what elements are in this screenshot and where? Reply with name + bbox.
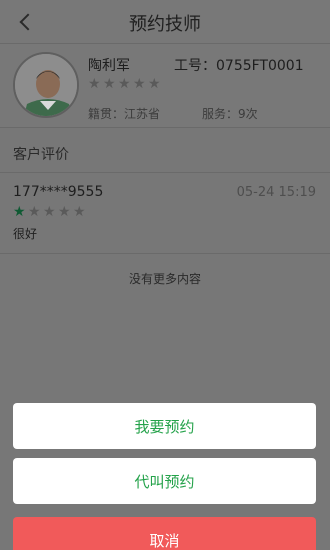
service-count: 服务：9次 [202,107,258,121]
review-item: 177****9555 05-24 15:19 ★ ★ ★ ★ ★ 很好 [0,173,330,253]
technician-photo [15,54,77,116]
star-icon: ★ [88,76,101,92]
review-rating: ★ ★ ★ ★ ★ [13,204,86,220]
review-comment: 很好 [13,227,38,241]
star-filled-icon: ★ [13,204,26,220]
star-icon: ★ [73,204,86,220]
cancel-button[interactable]: 取消 [13,517,316,550]
divider [0,253,330,254]
star-icon: ★ [118,76,131,92]
no-more-content: 没有更多内容 [128,272,201,286]
technician-card: 陶利军 工号：0755FT0001 ★ ★ ★ ★ ★ 籍贯：江苏省 服务：9次 [0,44,330,128]
book-for-other-button[interactable]: 代叫预约 [13,458,316,504]
star-icon: ★ [43,204,56,220]
review-time: 05-24 15:19 [236,185,316,200]
avatar [13,52,79,118]
reviews-section-title: 客户评价 [13,147,69,163]
page-title: 预约技师 [129,14,201,35]
technician-rating: ★ ★ ★ ★ ★ [88,76,161,92]
technician-name: 陶利军 [88,58,130,74]
star-icon: ★ [58,204,71,220]
origin-label: 籍贯：江苏省 [88,107,161,121]
star-icon: ★ [103,76,116,92]
job-number: 工号：0755FT0001 [174,58,304,74]
book-button[interactable]: 我要预约 [13,403,316,449]
top-bar: 预约技师 [0,0,330,44]
star-icon: ★ [133,76,146,92]
review-phone: 177****9555 [13,184,104,200]
star-icon: ★ [148,76,161,92]
star-icon: ★ [28,204,41,220]
